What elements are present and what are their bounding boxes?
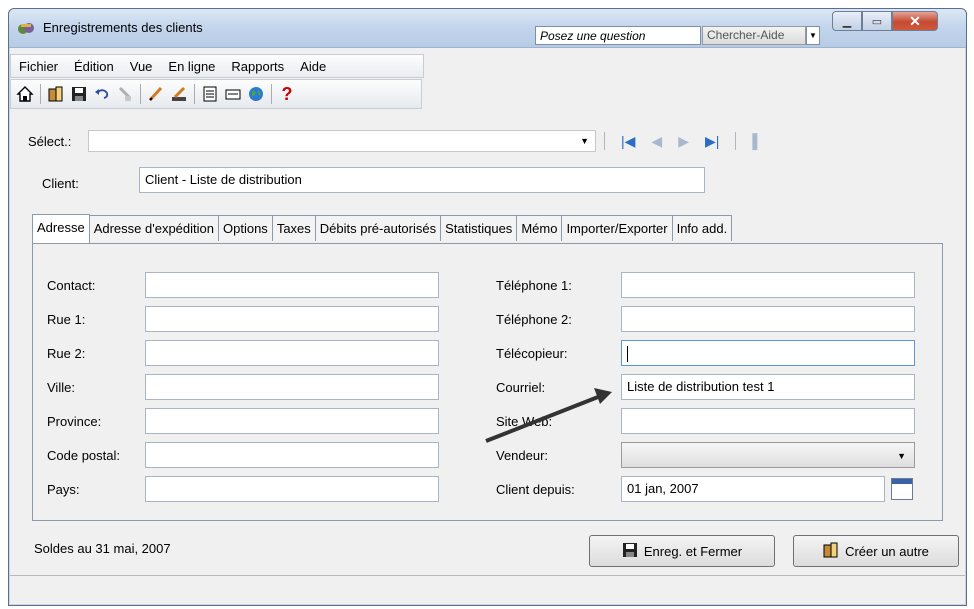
ask-question-input[interactable]: Posez une question	[535, 26, 701, 45]
balances-date-text: Soldes au 31 mai, 2007	[34, 541, 171, 556]
save-icon[interactable]	[69, 84, 89, 104]
fax-field[interactable]	[621, 340, 915, 366]
save-close-button[interactable]: Enreg. et Fermer	[589, 535, 775, 567]
tab-import-export[interactable]: Importer/Exporter	[561, 215, 673, 241]
client-name-field[interactable]: Client - Liste de distribution	[139, 167, 705, 193]
menu-reports[interactable]: Rapports	[223, 59, 292, 74]
tab-statistics[interactable]: Statistiques	[440, 215, 518, 241]
create-icon	[823, 542, 839, 561]
status-bar	[10, 575, 965, 600]
phone2-field[interactable]	[621, 306, 915, 332]
last-record-icon[interactable]: ▶|	[705, 133, 719, 150]
help-icon[interactable]: ?	[277, 84, 297, 104]
next-record-icon[interactable]: ▶	[678, 133, 689, 150]
street2-label: Rue 2:	[47, 346, 86, 361]
toolbar-separator	[140, 84, 141, 104]
bookmark-icon[interactable]: ▌	[752, 133, 762, 149]
text-caret	[627, 346, 628, 362]
create-another-label: Créer un autre	[845, 543, 929, 559]
phone2-label: Téléphone 2:	[496, 312, 572, 327]
country-label: Pays:	[47, 482, 80, 497]
create-another-button[interactable]: Créer un autre	[793, 535, 959, 567]
menu-help[interactable]: Aide	[292, 59, 334, 74]
maximize-button[interactable]: ▭	[862, 11, 892, 31]
contact-label: Contact:	[47, 278, 96, 293]
city-label: Ville:	[47, 380, 75, 395]
contact-field[interactable]	[145, 272, 439, 298]
tab-address[interactable]: Adresse	[32, 214, 90, 243]
report-icon[interactable]	[200, 84, 220, 104]
country-field[interactable]	[145, 476, 439, 502]
tab-strip: Adresse Adresse d'expédition Options Tax…	[32, 214, 733, 243]
record-navigation: |◀ ◀ ▶ ▶| ▌	[604, 132, 762, 150]
email-field[interactable]: Liste de distribution test 1	[621, 374, 915, 400]
salesperson-dropdown[interactable]: ▼	[621, 442, 915, 468]
city-field[interactable]	[145, 374, 439, 400]
menu-online[interactable]: En ligne	[160, 59, 223, 74]
save-close-label: Enreg. et Fermer	[643, 543, 743, 559]
street1-label: Rue 1:	[47, 312, 86, 327]
nav-separator	[604, 132, 605, 150]
tab-shipping-address[interactable]: Adresse d'expédition	[88, 215, 219, 241]
province-label: Province:	[47, 414, 102, 429]
address-tab-panel: Contact: Rue 1: Rue 2: Ville: Province: …	[32, 243, 943, 521]
help-dropdown-arrow[interactable]: ▼	[806, 26, 820, 45]
edit-icon[interactable]	[169, 84, 189, 104]
client-since-field[interactable]: 01 jan, 2007	[621, 476, 885, 502]
toolbar-separator	[40, 84, 41, 104]
tab-options[interactable]: Options	[218, 215, 273, 241]
pen-icon[interactable]	[146, 84, 166, 104]
card-icon[interactable]	[223, 84, 243, 104]
website-field[interactable]	[621, 408, 915, 434]
close-button[interactable]: ✕	[892, 11, 938, 31]
tab-memo[interactable]: Mémo	[516, 215, 563, 241]
client-records-window: Enregistrements des clients Posez une qu…	[8, 8, 967, 606]
globe-icon[interactable]	[246, 84, 266, 104]
window-controls: ▁ ▭ ✕	[832, 11, 938, 33]
street1-field[interactable]	[145, 306, 439, 332]
postal-code-field[interactable]	[145, 442, 439, 468]
tab-taxes[interactable]: Taxes	[271, 215, 316, 241]
eraser-icon[interactable]	[115, 84, 135, 104]
postal-code-label: Code postal:	[47, 448, 120, 463]
menu-edit[interactable]: Édition	[66, 59, 122, 74]
app-icon	[17, 21, 35, 35]
salesperson-label: Vendeur:	[496, 448, 549, 463]
select-label: Sélect.:	[28, 134, 72, 149]
street2-field[interactable]	[145, 340, 439, 366]
chevron-down-icon[interactable]: ▼	[580, 136, 589, 146]
search-help-button[interactable]: Chercher-Aide	[702, 26, 806, 45]
undo-icon[interactable]	[92, 84, 112, 104]
first-record-icon[interactable]: |◀	[621, 133, 635, 150]
chevron-down-icon: ▼	[897, 451, 906, 461]
open-icon[interactable]	[46, 84, 66, 104]
window-title: Enregistrements des clients	[43, 20, 203, 35]
save-icon	[622, 542, 638, 561]
menu-view[interactable]: Vue	[122, 59, 161, 74]
toolbar: ?	[10, 79, 422, 109]
title-bar: Enregistrements des clients Posez une qu…	[9, 9, 966, 48]
province-field[interactable]	[145, 408, 439, 434]
menu-bar: Fichier Édition Vue En ligne Rapports Ai…	[10, 54, 424, 78]
home-icon[interactable]	[15, 84, 35, 104]
website-label: Site Web:	[496, 414, 553, 429]
client-label: Client:	[42, 176, 79, 191]
toolbar-separator	[271, 84, 272, 104]
nav-separator	[735, 132, 737, 150]
client-since-label: Client depuis:	[496, 482, 575, 497]
tab-additional-info[interactable]: Info add.	[671, 215, 733, 241]
phone1-field[interactable]	[621, 272, 915, 298]
email-label: Courriel:	[496, 380, 546, 395]
phone1-label: Téléphone 1:	[496, 278, 572, 293]
calendar-icon[interactable]	[891, 478, 913, 500]
tab-preauthorized-debits[interactable]: Débits pré-autorisés	[314, 215, 442, 241]
menu-file[interactable]: Fichier	[11, 59, 66, 74]
select-dropdown[interactable]: ▼	[88, 130, 596, 152]
toolbar-separator	[194, 84, 195, 104]
previous-record-icon[interactable]: ◀	[651, 133, 662, 150]
minimize-button[interactable]: ▁	[832, 11, 862, 31]
select-row: Sélect.: ▼ |◀ ◀ ▶ ▶| ▌	[9, 127, 966, 157]
fax-label: Télécopieur:	[496, 346, 568, 361]
